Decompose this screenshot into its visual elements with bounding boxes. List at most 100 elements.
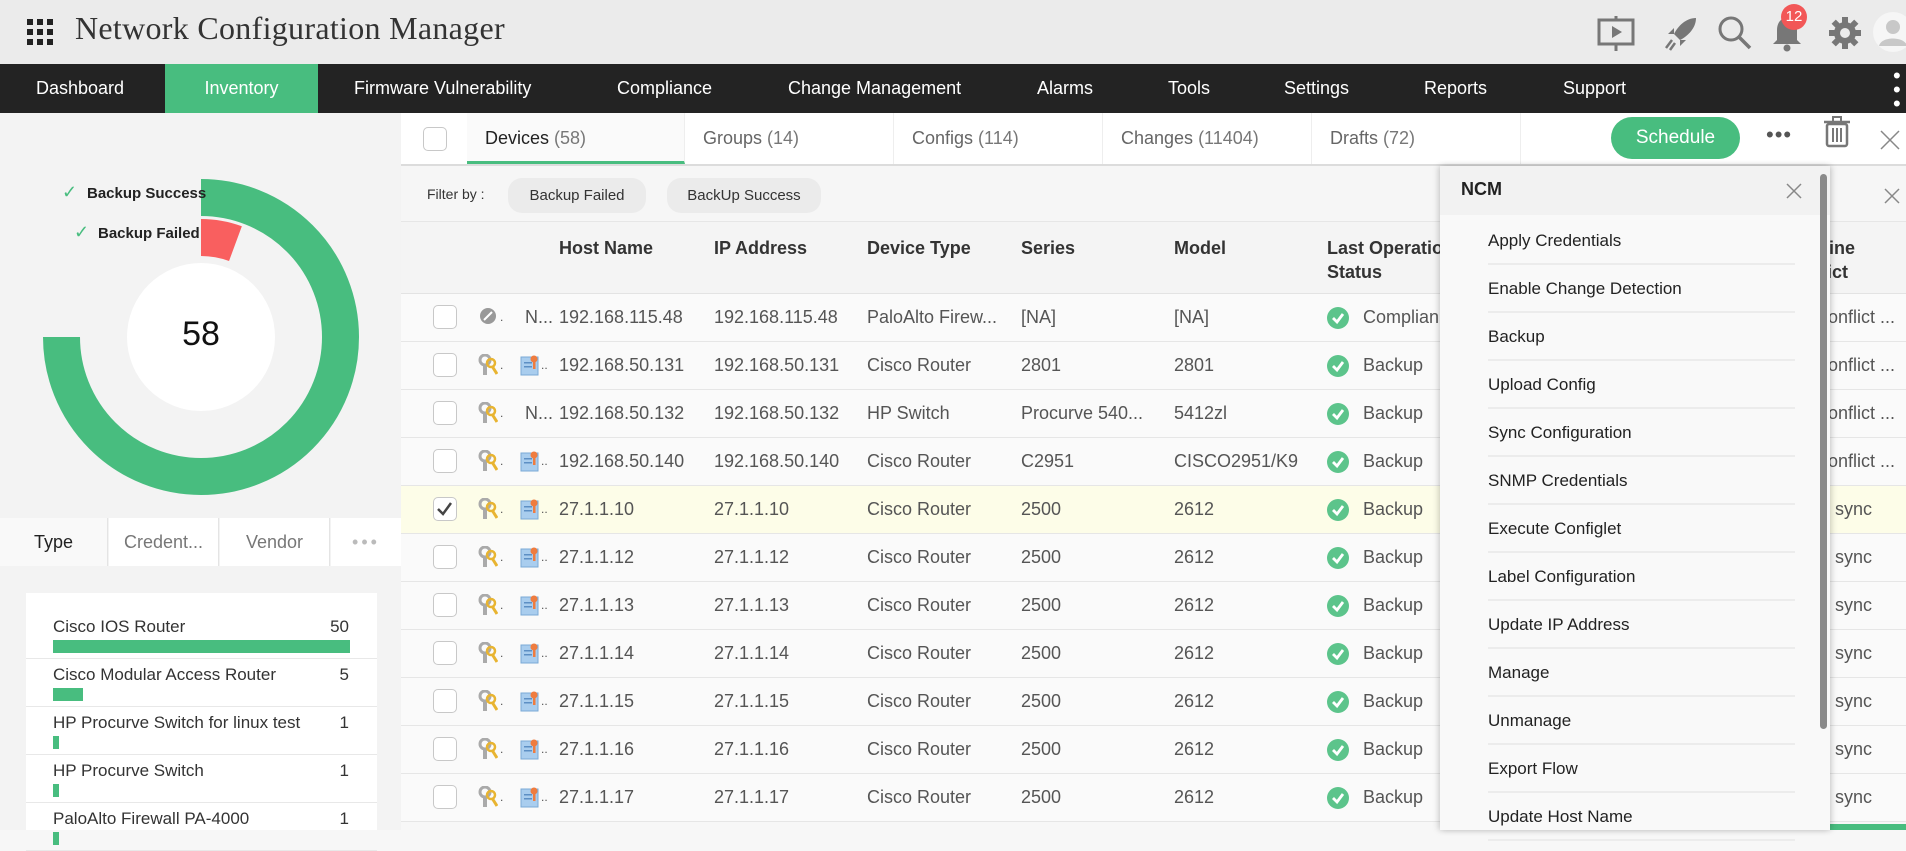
tab-groups[interactable]: Groups (14)	[685, 113, 894, 164]
series: 2500	[1021, 739, 1062, 759]
rocket-icon[interactable]	[1662, 14, 1700, 52]
device-type: Cisco Router	[867, 547, 972, 567]
menu-item-unmanage[interactable]: Unmanage	[1488, 697, 1795, 745]
type-list-item[interactable]: Cisco Modular Access Router 5	[26, 659, 377, 707]
host-name[interactable]: 27.1.1.14	[559, 630, 634, 677]
series: 2500	[1021, 643, 1062, 663]
left-tab-type[interactable]: Type	[0, 518, 108, 566]
row-checkbox[interactable]	[433, 641, 457, 665]
menu-item-label-configuration[interactable]: Label Configuration	[1488, 553, 1795, 601]
filter-chip-backup-success[interactable]: BackUp Success	[667, 178, 821, 213]
host-name[interactable]: 27.1.1.15	[559, 678, 634, 725]
menu-item-update-ip-address[interactable]: Update IP Address	[1488, 601, 1795, 649]
type-label: PaloAlto Firewall PA-4000	[53, 809, 250, 828]
row-checkbox[interactable]	[433, 353, 457, 377]
model: 2612	[1174, 547, 1215, 567]
tab-drafts[interactable]: Drafts (72)	[1312, 113, 1521, 164]
col-device-type[interactable]: Device Type	[867, 236, 971, 260]
host-name[interactable]: 27.1.1.16	[559, 726, 634, 773]
nav-more-icon[interactable]: • • •	[1893, 65, 1903, 118]
last-operation-status: Backup	[1363, 739, 1424, 759]
close-icon[interactable]	[1880, 130, 1900, 150]
row-checkbox[interactable]	[433, 401, 457, 425]
col-series[interactable]: Series	[1021, 236, 1075, 260]
nav-settings[interactable]: Settings	[1284, 64, 1349, 113]
tab-configs[interactable]: Configs (114)	[894, 113, 1103, 164]
legend-check-icon[interactable]: ✓	[74, 222, 89, 243]
legend-check-icon[interactable]: ✓	[62, 182, 77, 203]
row-checkbox[interactable]	[433, 785, 457, 809]
legend-backup-failed[interactable]: Backup Failed	[98, 225, 200, 242]
menu-item-execute-configlet[interactable]: Execute Configlet	[1488, 505, 1795, 553]
host-name[interactable]: 192.168.50.131	[559, 342, 684, 389]
host-name[interactable]: 27.1.1.12	[559, 534, 634, 581]
nav-dashboard[interactable]: Dashboard	[36, 64, 124, 113]
gear-icon[interactable]	[1826, 14, 1864, 52]
nav-support[interactable]: Support	[1563, 64, 1626, 113]
arc-backup-failed[interactable]	[200, 219, 242, 262]
menu-item-sync-configuration[interactable]: Sync Configuration	[1488, 409, 1795, 457]
col-ip-address[interactable]: IP Address	[714, 236, 807, 260]
row-checkbox[interactable]	[433, 449, 457, 473]
type-list-item[interactable]: Cisco IOS Router 50	[26, 611, 377, 659]
row-checkbox[interactable]	[433, 545, 457, 569]
type-list-item[interactable]: HP Procurve Switch 1	[26, 755, 377, 803]
menu-item-export-flow[interactable]: Export Flow	[1488, 745, 1795, 793]
host-name[interactable]: 192.168.115.48	[559, 294, 683, 341]
tab-devices[interactable]: Devices (58)	[467, 113, 685, 164]
nav-compliance[interactable]: Compliance	[617, 64, 712, 113]
user-avatar-icon[interactable]	[1873, 12, 1906, 52]
grid-apps-icon[interactable]	[27, 19, 53, 45]
nav-tools[interactable]: Tools	[1168, 64, 1210, 113]
host-name[interactable]: 27.1.1.17	[559, 774, 634, 821]
legend-backup-success[interactable]: Backup Success	[87, 185, 206, 202]
nav-change-management[interactable]: Change Management	[788, 64, 961, 113]
nav-alarms[interactable]: Alarms	[1037, 64, 1093, 113]
row-dot: .	[500, 454, 504, 468]
menu-item-manage[interactable]: Manage	[1488, 649, 1795, 697]
menu-item-enable-change-detection[interactable]: Enable Change Detection	[1488, 265, 1795, 313]
trash-icon[interactable]	[1823, 116, 1851, 148]
menu-item-upload-config[interactable]: Upload Config	[1488, 361, 1795, 409]
type-list-item[interactable]: PaloAlto Firewall PA-4000 1	[26, 803, 377, 851]
menu-item-update-host-name[interactable]: Update Host Name	[1488, 793, 1795, 841]
type-list-item[interactable]: HP Procurve Switch for linux test 1	[26, 707, 377, 755]
more-options-icon[interactable]: •••	[1766, 122, 1792, 148]
row-dot: ..	[541, 550, 548, 564]
row-checkbox[interactable]	[433, 689, 457, 713]
search-icon[interactable]	[1716, 14, 1754, 52]
host-name[interactable]: 192.168.50.132	[559, 390, 684, 437]
main-nav: Dashboard Inventory Firmware Vulnerability…	[0, 64, 1906, 115]
tab-changes[interactable]: Changes (11404)	[1103, 113, 1312, 164]
menu-item-backup[interactable]: Backup	[1488, 313, 1795, 361]
schedule-button[interactable]: Schedule	[1611, 117, 1740, 159]
row-checkbox[interactable]	[433, 305, 457, 329]
left-tab-vendor[interactable]: Vendor	[220, 518, 330, 566]
presentation-icon[interactable]	[1597, 14, 1635, 52]
nav-inventory[interactable]: Inventory	[165, 64, 318, 113]
select-all-checkbox[interactable]	[423, 127, 447, 151]
menu-item-snmp-credentials[interactable]: SNMP Credentials	[1488, 457, 1795, 505]
menu-close-icon[interactable]	[1786, 183, 1802, 199]
close-filter-icon[interactable]	[1884, 188, 1900, 204]
filter-chip-backup-failed[interactable]: Backup Failed	[508, 178, 646, 213]
left-tab-credential[interactable]: Credent...	[109, 518, 219, 566]
col-host-name[interactable]: Host Name	[559, 236, 653, 260]
nav-firmware-vulnerability[interactable]: Firmware Vulnerability	[354, 64, 531, 113]
host-name[interactable]: 27.1.1.13	[559, 582, 634, 629]
col-last-operation-status[interactable]: Last Operation Status	[1327, 236, 1454, 284]
host-name[interactable]: 27.1.1.10	[559, 486, 634, 533]
type-count-bar	[53, 784, 59, 797]
row-checkbox[interactable]	[433, 497, 457, 521]
col-model[interactable]: Model	[1174, 236, 1226, 260]
certificate-icon	[520, 738, 540, 760]
menu-item-apply-credentials[interactable]: Apply Credentials	[1488, 217, 1795, 265]
nav-reports[interactable]: Reports	[1424, 64, 1487, 113]
left-tab-more-icon[interactable]: •••	[331, 518, 401, 566]
row-checkbox[interactable]	[433, 593, 457, 617]
ip-address: 27.1.1.17	[714, 787, 790, 807]
certificate-icon	[520, 546, 540, 568]
row-checkbox[interactable]	[433, 737, 457, 761]
menu-scrollbar[interactable]	[1820, 174, 1827, 729]
host-name[interactable]: 192.168.50.140	[559, 438, 684, 485]
